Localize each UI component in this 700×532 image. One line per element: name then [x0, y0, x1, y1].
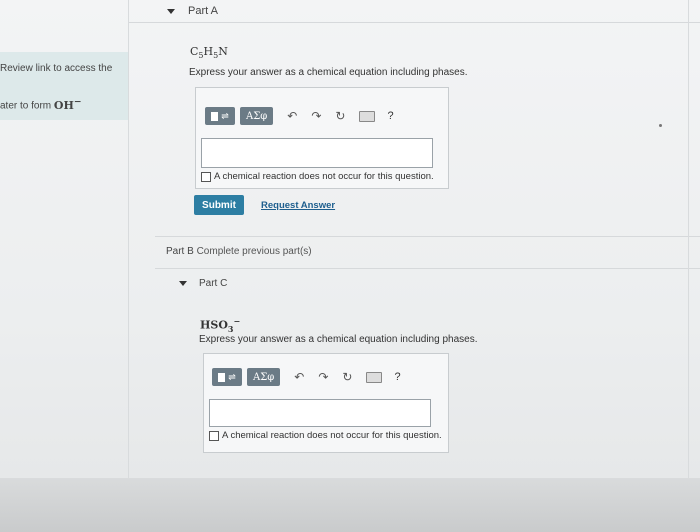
part-a-divider — [155, 236, 700, 237]
part-b-title: Part B — [166, 246, 194, 257]
part-a-formula: C5H5N — [190, 45, 228, 60]
part-c-formula: HSO3− — [200, 316, 240, 334]
templates-icon[interactable]: ⇌ — [212, 368, 242, 386]
hydroxide-charge: − — [73, 96, 82, 107]
caret-down-icon[interactable] — [179, 281, 187, 286]
footer-area — [0, 478, 700, 532]
greek-symbols-button[interactable]: ΑΣφ — [240, 107, 274, 125]
help-icon[interactable]: ? — [394, 371, 400, 383]
keyboard-icon[interactable] — [359, 110, 376, 122]
help-icon[interactable]: ? — [387, 110, 393, 122]
part-a-answer-input[interactable] — [201, 138, 433, 168]
part-b-status: Complete previous part(s) — [196, 246, 312, 257]
part-a-title[interactable]: Part A — [188, 5, 218, 17]
hydroxide-formula: OH− — [53, 96, 82, 112]
part-c-no-reaction-checkbox[interactable] — [209, 430, 219, 441]
part-c-title[interactable]: Part C — [199, 278, 227, 289]
reset-icon[interactable]: ↻ — [342, 371, 352, 383]
hydroxide-formula-text: OH — [53, 98, 74, 112]
formula-hso: HSO — [200, 318, 228, 332]
part-a-toolbar: ⇌ ΑΣφ ↶ ↷ ↻ ? — [205, 103, 394, 129]
redo-icon[interactable]: ↷ — [318, 371, 328, 383]
part-b-divider — [155, 268, 700, 269]
undo-icon[interactable]: ↶ — [294, 371, 304, 383]
part-a-no-reaction-label: A chemical reaction does not occur for t… — [214, 171, 434, 182]
keyboard-icon[interactable] — [366, 371, 383, 383]
reset-icon[interactable]: ↻ — [335, 110, 345, 122]
greek-symbols-button[interactable]: ΑΣφ — [247, 368, 281, 386]
review-link[interactable]: Review link to access the — [0, 63, 112, 74]
formula-charge: − — [233, 316, 241, 326]
caret-down-icon[interactable] — [167, 9, 175, 14]
part-a-no-reaction-checkbox[interactable] — [201, 171, 211, 182]
part-a-no-reaction-row[interactable]: A chemical reaction does not occur for t… — [201, 171, 434, 182]
part-b-row: Part B Complete previous part(s) — [166, 246, 312, 257]
stray-dot — [659, 124, 662, 127]
undo-icon[interactable]: ↶ — [287, 110, 297, 122]
redo-icon[interactable]: ↷ — [311, 110, 321, 122]
part-c-instruction: Express your answer as a chemical equati… — [199, 334, 478, 345]
part-a-instruction: Express your answer as a chemical equati… — [189, 67, 468, 78]
submit-button[interactable]: Submit — [194, 195, 244, 215]
part-c-no-reaction-label: A chemical reaction does not occur for t… — [222, 430, 442, 441]
part-c-answer-input[interactable] — [209, 399, 431, 427]
header-divider — [128, 22, 700, 23]
sidebar-hint-prefix: ater to form — [0, 100, 54, 112]
formula-h: H — [203, 45, 214, 58]
request-answer-link[interactable]: Request Answer — [261, 200, 335, 211]
templates-icon[interactable]: ⇌ — [205, 107, 235, 125]
sidebar-divider — [128, 0, 129, 478]
part-c-no-reaction-row[interactable]: A chemical reaction does not occur for t… — [209, 430, 442, 441]
formula-n: N — [218, 45, 228, 58]
right-border — [688, 0, 689, 478]
sidebar-hint-text: ater to form OH− — [0, 96, 82, 112]
part-c-toolbar: ⇌ ΑΣφ ↶ ↷ ↻ ? — [212, 364, 401, 390]
